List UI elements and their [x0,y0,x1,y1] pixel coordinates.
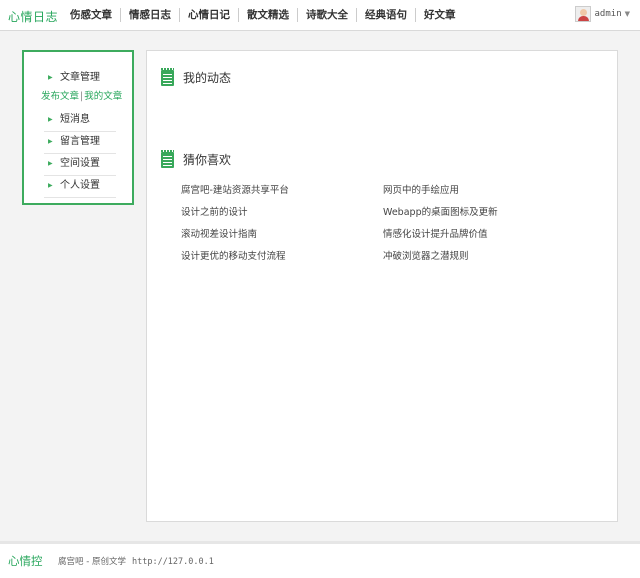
caret-down-icon[interactable]: ▼ [625,10,630,18]
footer-copyright: 腐宫吧 - 原创文学 [58,557,126,567]
publish-article-link[interactable]: 发布文章 [41,91,79,102]
main-nav: 伤感文章 情感日志 心情日记 散文精选 诗歌大全 经典语句 好文章 [62,8,464,22]
notepad-icon [161,149,174,168]
recommendation-link[interactable]: 腐宫吧-建站资源共享平台 [181,185,383,196]
triangle-right-icon: ▶ [48,160,53,167]
footer: 心情控 腐宫吧 - 原创文学 http://127.0.0.1 [0,541,640,578]
footer-logo[interactable]: 心情控 [8,553,43,569]
triangle-right-icon: ▶ [48,138,53,145]
activity-section-title: 我的动态 [161,67,232,86]
recommendation-link[interactable]: 设计更优的移动支付流程 [181,251,383,262]
sidebar-item-label: 空间设置 [60,158,100,169]
sidebar-item-article-manage[interactable]: ▶ 文章管理 [44,68,116,90]
recommend-title: 猜你喜欢 [183,153,232,167]
top-navbar: 心情日志 伤感文章 情感日志 心情日记 散文精选 诗歌大全 经典语句 好文章 a… [0,0,640,31]
user-menu[interactable]: admin ▼ [574,6,630,22]
recommendation-link[interactable]: 滚动视差设计指南 [181,229,383,240]
triangle-right-icon: ▶ [48,74,53,81]
nav-item-sad-articles[interactable]: 伤感文章 [62,8,120,22]
activity-title: 我的动态 [183,71,232,85]
footer-text: 腐宫吧 - 原创文学 http://127.0.0.1 [58,555,214,567]
sidebar-item-label: 短消息 [60,114,90,125]
sidebar-item-guestbook[interactable]: ▶ 留言管理 [44,132,116,154]
recommendation-link[interactable]: 冲破浏览器之潜规则 [383,251,583,262]
recommendation-link[interactable]: 设计之前的设计 [181,207,383,218]
site-logo[interactable]: 心情日志 [8,8,58,25]
avatar[interactable] [574,6,591,22]
main-panel: 我的动态 猜你喜欢 腐宫吧-建站资源共享平台 网页中的手绘应用 设计之前的设计 … [146,50,618,522]
article-sub-links: 发布文章|我的文章 [24,90,132,110]
link-divider: | [80,91,84,102]
nav-item-emotion-log[interactable]: 情感日志 [120,8,179,22]
nav-item-prose[interactable]: 散文精选 [238,8,297,22]
my-articles-link[interactable]: 我的文章 [84,91,122,102]
nav-item-quotes[interactable]: 经典语句 [356,8,415,22]
footer-url[interactable]: http://127.0.0.1 [132,557,214,567]
sidebar: ▶ 文章管理 发布文章|我的文章 ▶ 短消息 ▶ 留言管理 ▶ 空间设置 ▶ 个… [22,50,134,205]
nav-item-poetry[interactable]: 诗歌大全 [297,8,356,22]
triangle-right-icon: ▶ [48,116,53,123]
sidebar-item-personal-settings[interactable]: ▶ 个人设置 [44,176,116,198]
nav-item-mood-diary[interactable]: 心情日记 [179,8,238,22]
sidebar-item-label: 文章管理 [60,72,100,83]
sidebar-item-label: 个人设置 [60,180,100,191]
recommendation-list: 腐宫吧-建站资源共享平台 网页中的手绘应用 设计之前的设计 Webapp的桌面图… [181,185,601,262]
recommendation-link[interactable]: Webapp的桌面图标及更新 [383,207,583,218]
recommendation-link[interactable]: 网页中的手绘应用 [383,185,583,196]
sidebar-item-space-settings[interactable]: ▶ 空间设置 [44,154,116,176]
sidebar-item-messages[interactable]: ▶ 短消息 [44,110,116,132]
recommendation-link[interactable]: 情感化设计提升品牌价值 [383,229,583,240]
notepad-icon [161,67,174,86]
sidebar-item-label: 留言管理 [60,136,100,147]
username[interactable]: admin [595,9,622,19]
nav-item-good-articles[interactable]: 好文章 [415,8,464,22]
triangle-right-icon: ▶ [48,182,53,189]
recommend-section-title: 猜你喜欢 [161,149,232,168]
